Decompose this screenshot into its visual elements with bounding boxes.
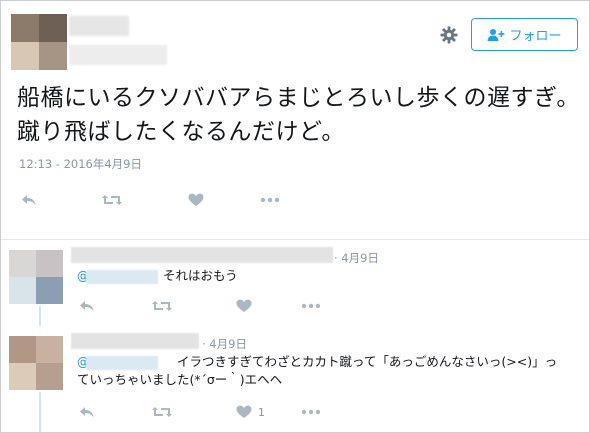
blurred-user-info (71, 333, 199, 349)
reply-text: イラつきすぎてわざとカカト蹴って「あっごめんなさいっ(><)」っていっちゃいまし… (77, 354, 558, 387)
blurred-user-info (71, 247, 333, 263)
follow-user-icon (487, 28, 505, 41)
reply-tweet: · 4月9日 @ それはおもう (1, 240, 589, 326)
follow-button[interactable]: フォロー (471, 18, 578, 51)
avatar[interactable] (11, 14, 67, 70)
reply-date[interactable]: · 4月9日 (202, 336, 247, 352)
like-group (234, 298, 254, 314)
thread-line (39, 392, 41, 432)
reply-date[interactable]: · 4月9日 (334, 250, 379, 266)
thread-line (39, 314, 41, 326)
blurred-display-name (69, 16, 129, 36)
more-group (301, 298, 321, 314)
more-group (301, 404, 321, 420)
reply-icon[interactable] (77, 298, 97, 314)
blurred-mention[interactable] (86, 270, 158, 284)
like-count: 1 (258, 405, 265, 419)
retweet-icon[interactable] (102, 192, 122, 208)
blurred-username (69, 45, 167, 65)
more-icon[interactable] (301, 404, 321, 420)
like-icon[interactable] (234, 404, 254, 420)
main-tweet: フォロー 船橋にいるクソババアらまじとろいし歩くの遅すぎ。蹴り飛ばしたくなるんだ… (1, 1, 589, 240)
tweet-timestamp[interactable]: 12:13 - 2016年4月9日 (19, 156, 142, 172)
reply-tweet: · 4月9日 @ イラつきすぎてわざとカカト蹴って「あっごめんなさいっ(><)」… (1, 314, 589, 432)
like-icon[interactable] (234, 298, 254, 314)
more-icon[interactable] (260, 192, 280, 208)
retweet-icon[interactable] (152, 298, 172, 314)
reply-actions (77, 298, 97, 314)
like-group: 1 (234, 404, 265, 420)
more-icon[interactable] (301, 298, 321, 314)
more-group (260, 192, 280, 208)
follow-label: フォロー (509, 29, 562, 44)
retweet-icon[interactable] (152, 404, 172, 420)
tweet-text: 船橋にいるクソババアらまじとろいし歩くの遅すぎ。蹴り飛ばしたくなるんだけど。 (17, 85, 580, 145)
tweet-frame: フォロー 船橋にいるクソババアらまじとろいし歩くの遅すぎ。蹴り飛ばしたくなるんだ… (0, 0, 590, 433)
retweet-group (152, 298, 172, 314)
reply-actions (77, 404, 97, 420)
avatar[interactable] (9, 250, 63, 304)
retweet-group (102, 192, 122, 208)
like-group (186, 192, 206, 208)
like-icon[interactable] (186, 192, 206, 208)
main-tweet-actions (19, 192, 39, 208)
reply-text: それはおもう (163, 268, 238, 283)
retweet-group (152, 404, 172, 420)
reply-icon[interactable] (19, 192, 39, 208)
gear-icon[interactable] (439, 25, 459, 45)
reply-icon[interactable] (77, 404, 97, 420)
avatar[interactable] (9, 336, 63, 390)
